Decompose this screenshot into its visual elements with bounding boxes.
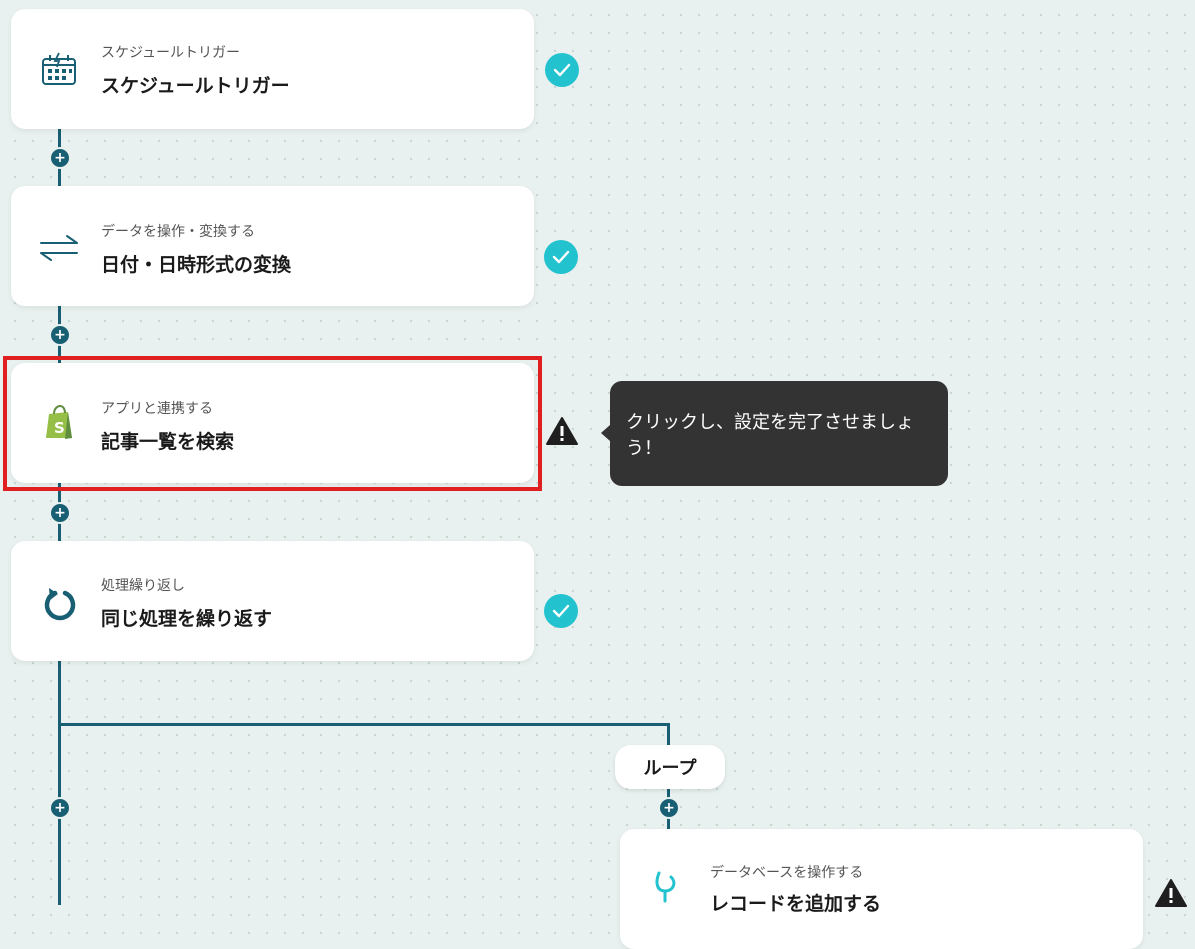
check-icon [544, 240, 578, 274]
database-icon [648, 865, 688, 905]
step-subtitle: スケジュールトリガー [101, 45, 241, 61]
step-card-date-conversion[interactable]: データを操作・変換する 日付・日時形式の変換 [11, 186, 534, 306]
step-card-schedule-trigger[interactable]: スケジュールトリガー スケジュールトリガー [11, 9, 534, 129]
add-step-button[interactable]: + [51, 326, 69, 344]
check-icon [544, 594, 578, 628]
step-subtitle: 処理繰り返し [101, 578, 185, 594]
warning-icon [1154, 878, 1188, 912]
step-card-loop[interactable]: 処理繰り返し 同じ処理を繰り返す [11, 541, 534, 661]
step-title: レコードを追加する [710, 893, 882, 915]
schedule-calendar-icon [39, 49, 79, 89]
check-icon [545, 53, 579, 87]
loop-branch-line-horizontal [58, 723, 670, 726]
add-step-button[interactable]: + [51, 504, 69, 522]
selection-highlight [3, 356, 542, 491]
loop-arrow-icon [39, 583, 79, 623]
add-step-button[interactable]: + [51, 799, 69, 817]
setup-tooltip: クリックし、設定を完了させましょう！ [601, 381, 948, 486]
loop-label: ループ [615, 745, 725, 789]
step-title: 日付・日時形式の変換 [101, 254, 292, 276]
tooltip-text: クリックし、設定を完了させましょう！ [626, 411, 914, 459]
step-title: 同じ処理を繰り返す [101, 608, 273, 630]
tooltip-arrow [601, 425, 610, 441]
step-subtitle: データベースを操作する [710, 865, 864, 881]
step-subtitle: データを操作・変換する [101, 224, 255, 240]
step-card-add-record[interactable]: データベースを操作する レコードを追加する [620, 829, 1143, 949]
warning-icon [545, 416, 579, 450]
add-step-button[interactable]: + [660, 799, 678, 817]
add-step-button[interactable]: + [51, 149, 69, 167]
step-title: スケジュールトリガー [101, 75, 290, 97]
convert-arrows-icon [39, 228, 79, 268]
